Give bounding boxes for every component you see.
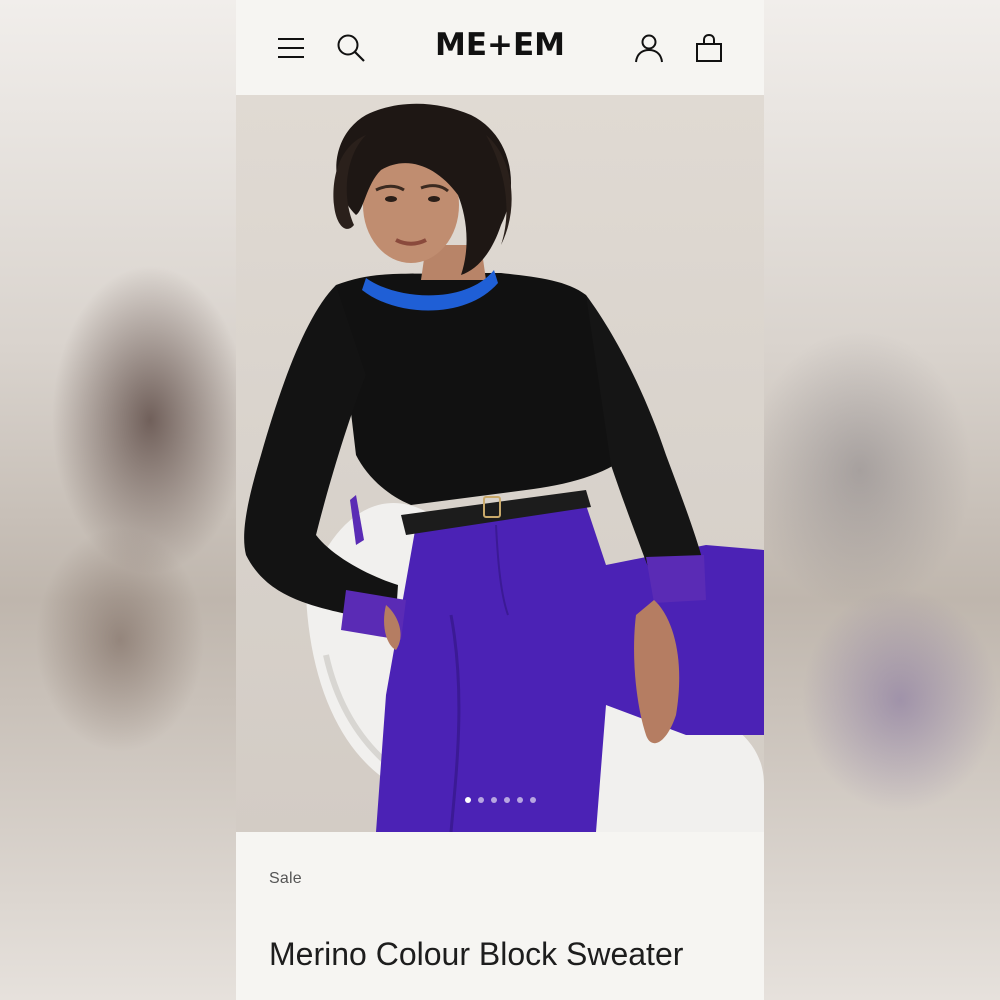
product-title: Merino Colour Block Sweater <box>269 936 684 972</box>
user-icon[interactable] <box>631 30 667 66</box>
mobile-product-page: ME+EM Sale Merino Colour Block Sweater <box>236 0 764 1000</box>
product-image-carousel[interactable] <box>236 95 764 832</box>
site-header: ME+EM <box>236 0 764 95</box>
carousel-dot[interactable] <box>464 797 471 803</box>
carousel-pagination <box>236 797 764 803</box>
carousel-dot[interactable] <box>529 797 536 803</box>
carousel-dot[interactable] <box>516 797 523 803</box>
shopping-bag-icon[interactable] <box>691 30 727 66</box>
carousel-dot[interactable] <box>490 797 497 803</box>
brand-logo[interactable]: ME+EM <box>236 27 764 63</box>
carousel-dot[interactable] <box>503 797 510 803</box>
sale-badge: Sale <box>269 870 302 887</box>
carousel-dot[interactable] <box>477 797 484 803</box>
product-photo <box>244 103 764 832</box>
